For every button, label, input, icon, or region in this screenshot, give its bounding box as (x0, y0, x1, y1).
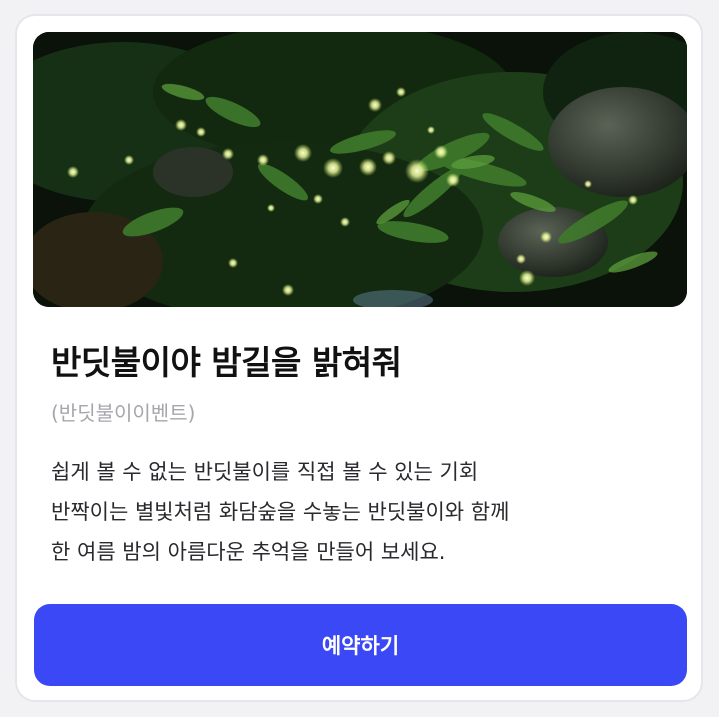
firefly-forest-illustration (33, 32, 687, 307)
reserve-button[interactable]: 예약하기 (34, 604, 687, 686)
description-line: 반짝이는 별빛처럼 화담숲을 수놓는 반딧불이와 함께 (51, 500, 510, 524)
event-description: 쉽게 볼 수 없는 반딧불이를 직접 볼 수 있는 기회 반짝이는 별빛처럼 화… (51, 452, 671, 572)
description-line: 쉽게 볼 수 없는 반딧불이를 직접 볼 수 있는 기회 (51, 460, 479, 484)
event-title: 반딧불이야 밤길을 밝혀줘 (51, 343, 402, 382)
event-image (33, 32, 687, 307)
event-card: 반딧불이야 밤길을 밝혀줘 (반딧불이이벤트) 쉽게 볼 수 없는 반딧불이를 … (15, 14, 703, 702)
description-line: 한 여름 밤의 아름다운 추억을 만들어 보세요. (51, 540, 446, 564)
event-subtitle: (반딧불이이벤트) (51, 401, 196, 425)
